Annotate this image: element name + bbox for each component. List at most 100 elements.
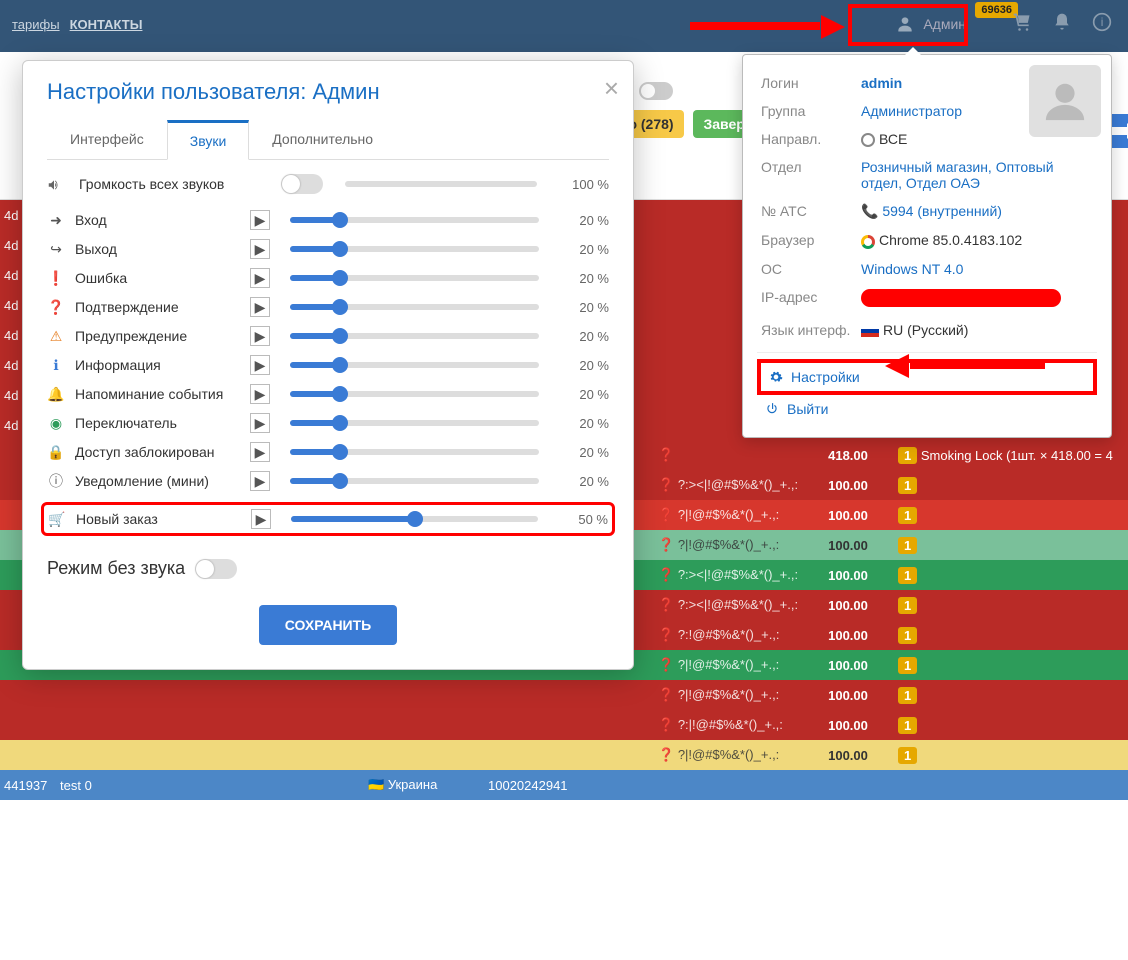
sound-row-7: ◉ Переключатель ▶ 20 % [47,413,609,433]
mute-toggle[interactable] [195,559,237,579]
play-button[interactable]: ▶ [250,239,270,259]
volume-pct: 20 % [559,445,609,460]
play-button[interactable]: ▶ [250,210,270,230]
play-button[interactable]: ▶ [250,297,270,317]
play-button[interactable]: ▶ [250,355,270,375]
volume-slider[interactable] [290,478,539,484]
play-button[interactable]: ▶ [250,413,270,433]
top-icons: i [1012,12,1112,32]
sound-label: Уведомление (мини) [75,473,240,489]
nav-contacts[interactable]: КОНТАКТЫ [70,17,143,32]
auto-refresh-toggle[interactable] [639,82,673,100]
volume-slider[interactable] [291,516,538,522]
tab-interface[interactable]: Интерфейс [47,120,167,160]
volume-slider[interactable] [290,246,539,252]
mute-mode-row: Режим без звука [47,558,609,579]
logout-icon: ↪ [47,241,65,258]
tab-sounds[interactable]: Звуки [167,120,250,160]
close-icon[interactable]: × [604,73,619,104]
volume-slider[interactable] [290,304,539,310]
volume-slider[interactable] [290,333,539,339]
top-nav: тарифы КОНТАКТЫ Админ 69636 i [0,0,1128,48]
play-button[interactable]: ▶ [250,326,270,346]
group-key: Группа [757,97,857,125]
settings-label: Настройки [791,369,860,385]
direction-key: Направл. [757,125,857,153]
nav-tariffs[interactable]: тарифы [12,17,60,32]
volume-slider[interactable] [290,420,539,426]
sound-row-3: ❓ Подтверждение ▶ 20 % [47,297,609,317]
master-volume-label: Громкость всех звуков [79,176,269,192]
master-volume-toggle[interactable] [281,174,323,194]
cart-icon: 🛒 [48,511,66,528]
table-footer-row[interactable]: 441937 test 0 🇺🇦 Украина 10020242941 [0,770,1128,800]
about-icon[interactable]: i [1092,12,1112,32]
cart-icon[interactable] [1012,12,1032,32]
play-button[interactable]: ▶ [250,442,270,462]
volume-slider[interactable] [290,449,539,455]
user-menu-trigger[interactable]: Админ [885,10,976,38]
play-button[interactable]: ▶ [250,384,270,404]
sound-label: Информация [75,357,240,373]
modal-tabs: Интерфейс Звуки Дополнительно [47,119,609,160]
user-icon [895,14,915,34]
master-volume-slider[interactable] [345,181,537,187]
volume-pct: 20 % [559,474,609,489]
table-row[interactable]: ❓ ?:|!@#$%&*()_+.,: 100.00 1 [0,710,1128,740]
sound-row-2: ❗ Ошибка ▶ 20 % [47,268,609,288]
table-row[interactable]: ❓ ?|!@#$%&*()_+.,: 100.00 1 [0,740,1128,770]
sound-row-9: ⓘ Уведомление (мини) ▶ 20 % [47,471,609,491]
dept-key: Отдел [757,153,857,197]
logout-action[interactable]: Выйти [757,395,1097,423]
info-icon: ℹ [47,357,65,374]
master-volume-pct: 100 % [559,177,609,192]
avatar [1029,65,1101,137]
play-button[interactable]: ▶ [250,471,270,491]
atc-key: № АТС [757,197,857,226]
save-button[interactable]: СОХРАНИТЬ [259,605,397,645]
tab-additional[interactable]: Дополнительно [249,120,396,160]
volume-slider[interactable] [290,217,539,223]
volume-pct: 20 % [559,387,609,402]
table-row[interactable]: ❓ ?|!@#$%&*()_+.,: 100.00 1 [0,680,1128,710]
sound-label: Выход [75,241,240,257]
volume-pct: 20 % [559,300,609,315]
mute-label: Режим без звука [47,558,185,579]
volume-slider[interactable] [290,362,539,368]
volume-pct: 20 % [559,213,609,228]
sound-label: Напоминание события [75,386,240,402]
volume-slider[interactable] [290,391,539,397]
bell-icon: 🔔 [47,386,65,403]
sound-row-5: ℹ Информация ▶ 20 % [47,355,609,375]
sound-row-0: ➜ Вход ▶ 20 % [47,210,609,230]
sound-row-1: ↪ Выход ▶ 20 % [47,239,609,259]
sound-label: Вход [75,212,240,228]
volume-pct: 20 % [559,358,609,373]
volume-pct: 20 % [559,329,609,344]
globe-icon [861,133,875,147]
settings-action[interactable]: Настройки [757,359,1097,395]
atc-value: 📞 5994 (внутренний) [857,197,1097,226]
sound-label: Новый заказ [76,511,241,527]
volume-slider[interactable] [290,275,539,281]
row-phone: 10020242941 [488,778,648,793]
modal-title: Настройки пользователя: Админ [47,79,609,105]
svg-text:i: i [1101,16,1104,29]
bell-icon[interactable] [1052,12,1072,32]
browser-value: Chrome 85.0.4183.102 [857,226,1097,254]
browser-key: Браузер [757,226,857,254]
ip-key: IP-адрес [757,283,857,316]
question-icon: ❓ [47,299,65,316]
sound-row-4: ⚠ Предупреждение ▶ 20 % [47,326,609,346]
user-dropdown: Логинadmin ГруппаАдминистратор Направл.В… [742,54,1112,438]
volume-pct: 20 % [559,416,609,431]
os-value: Windows NT 4.0 [857,255,1097,283]
os-key: ОС [757,255,857,283]
sound-row-10: 🛒 Новый заказ ▶ 50 % [48,509,608,529]
user-name: Админ [923,16,966,32]
play-button[interactable]: ▶ [251,509,271,529]
play-button[interactable]: ▶ [250,268,270,288]
error-icon: ❗ [47,270,65,287]
login-icon: ➜ [47,212,65,229]
toggle-icon: ◉ [47,415,65,432]
